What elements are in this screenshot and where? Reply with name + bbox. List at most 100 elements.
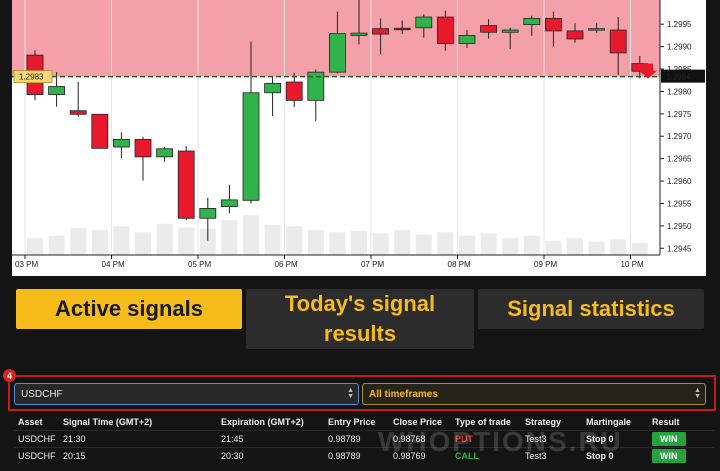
price-chart[interactable]: 1.2983 1.2945 1.2950 1.2955 1.2960 1.2965 1.29…	[12, 0, 706, 276]
volume-bar	[221, 220, 238, 255]
volume-bar	[459, 235, 475, 255]
volume-bar	[351, 231, 367, 255]
y-tick-label: 1.2955	[667, 199, 692, 208]
tab-todays-signal-results-label: Today's signal results	[284, 291, 436, 346]
cell-expiration: 21:45	[217, 429, 324, 447]
volume-bar	[567, 238, 583, 255]
col-header-signal-time: Signal Time (GMT+2)	[63, 416, 153, 427]
tab-active-signals-label: Active signals	[55, 296, 203, 321]
y-tick-label: 1.2975	[667, 110, 692, 119]
candle-body	[69, 110, 87, 115]
select-arrows-icon: ▲ ▼	[347, 387, 354, 400]
entry-price-label: 1.2983	[19, 73, 44, 82]
table-row[interactable]: USDCHF 21:30 21:45 0.98789 0.98768 PUT T…	[14, 429, 714, 447]
volume-bar	[178, 227, 195, 255]
cell-strategy: Test3	[521, 446, 582, 464]
col-header-expiration: Expiration (GMT+2)	[221, 416, 304, 427]
candle-body	[393, 27, 411, 31]
volume-bar	[372, 233, 389, 255]
y-tick-label: 1.2945	[667, 244, 692, 253]
y-tick-label: 1.2950	[667, 222, 692, 231]
tab-active-signals[interactable]: Active signals	[16, 289, 242, 329]
asset-select-value: USDCHF	[21, 388, 63, 400]
x-tick-label: 03 PM	[15, 260, 38, 269]
volume-bar	[156, 223, 173, 255]
result-badge: WIN	[652, 431, 686, 446]
select-arrows-icon: ▲ ▼	[694, 387, 701, 400]
volume-bar	[48, 235, 65, 255]
candle-body	[113, 138, 130, 148]
candle-body	[458, 35, 476, 44]
candle-body	[264, 82, 282, 94]
volume-bar	[307, 229, 324, 255]
candle-body	[177, 150, 195, 219]
candle-body	[220, 199, 238, 207]
cell-martingale: Stop 0	[582, 429, 648, 447]
volume-bar	[264, 225, 281, 255]
x-tick-label: 09 PM	[534, 260, 557, 269]
asset-select[interactable]: USDCHF ▲ ▼	[14, 383, 359, 405]
cell-martingale: Stop 0	[582, 446, 648, 464]
x-tick-label: 04 PM	[102, 260, 125, 269]
cell-close-price: 0.98769	[389, 446, 451, 464]
candle-body	[436, 16, 454, 44]
candle-body	[134, 138, 152, 158]
candle-body	[156, 148, 174, 158]
tab-todays-signal-results[interactable]: Today's signal results	[246, 289, 474, 349]
volume-bar	[27, 238, 43, 255]
x-tick-label: 08 PM	[448, 260, 471, 269]
candle-body	[523, 17, 541, 26]
y-tick-label: 1.2965	[667, 155, 692, 164]
x-tick-label: 07 PM	[361, 260, 384, 269]
volume-bar	[286, 226, 303, 255]
volume-bar	[243, 215, 259, 255]
table-header-row: Asset Signal Time (GMT+2) Expiration (GM…	[14, 414, 714, 430]
current-price-label: 1.2984	[666, 73, 691, 82]
volume-bar	[394, 229, 411, 255]
candle-body	[199, 207, 217, 219]
volume-bar	[523, 235, 540, 255]
y-tick-label: 1.2990	[667, 43, 692, 52]
y-tick-label: 1.2980	[667, 87, 692, 96]
candle-body	[566, 30, 584, 40]
y-tick-label: 1.2995	[667, 20, 692, 29]
volume-bar	[480, 233, 497, 255]
cell-trade-type: PUT	[451, 429, 521, 447]
cell-asset: USDCHF	[14, 446, 59, 464]
step-number-badge: 4	[3, 369, 16, 382]
candle-body	[372, 28, 390, 35]
tab-signal-statistics[interactable]: Signal statistics	[478, 289, 704, 329]
candle-body	[501, 29, 519, 33]
volume-bar	[415, 234, 432, 255]
candle-body	[588, 28, 605, 31]
col-header-close-price: Close Price	[393, 416, 443, 427]
cell-entry-price: 0.98789	[324, 429, 389, 447]
volume-bar	[545, 240, 562, 255]
candle-body	[609, 29, 627, 54]
timeframe-select-value: All timeframes	[369, 388, 438, 400]
col-header-asset: Asset	[18, 416, 43, 427]
cell-expiration: 20:30	[217, 446, 324, 464]
volume-bar	[91, 229, 108, 255]
candle-body	[328, 33, 346, 73]
col-header-strategy: Strategy	[525, 416, 562, 427]
timeframe-select[interactable]: All timeframes ▲ ▼	[362, 383, 706, 405]
candle-body	[242, 92, 260, 201]
x-tick-label: 06 PM	[275, 260, 298, 269]
signals-table: Asset Signal Time (GMT+2) Expiration (GM…	[14, 414, 714, 464]
cell-signal-time: 20:15	[59, 446, 217, 464]
x-tick-label: 10 PM	[621, 260, 644, 269]
col-header-entry-price: Entry Price	[328, 416, 376, 427]
col-header-martingale: Martingale	[586, 416, 632, 427]
volume-bar	[502, 238, 519, 255]
volume-bar	[329, 232, 346, 255]
cell-asset: USDCHF	[14, 429, 59, 447]
cell-close-price: 0.98768	[389, 429, 451, 447]
candle-body	[285, 81, 303, 101]
candle-body	[48, 86, 65, 95]
candle-body	[350, 32, 368, 36]
candle-body	[91, 113, 109, 149]
table-row[interactable]: USDCHF 20:15 20:30 0.98789 0.98769 CALL …	[14, 446, 714, 464]
candlestick-chart-svg: 1.2983 1.2945 1.2950 1.2955 1.2960 1.2965 1.29…	[12, 0, 706, 276]
candle-body	[545, 17, 562, 32]
